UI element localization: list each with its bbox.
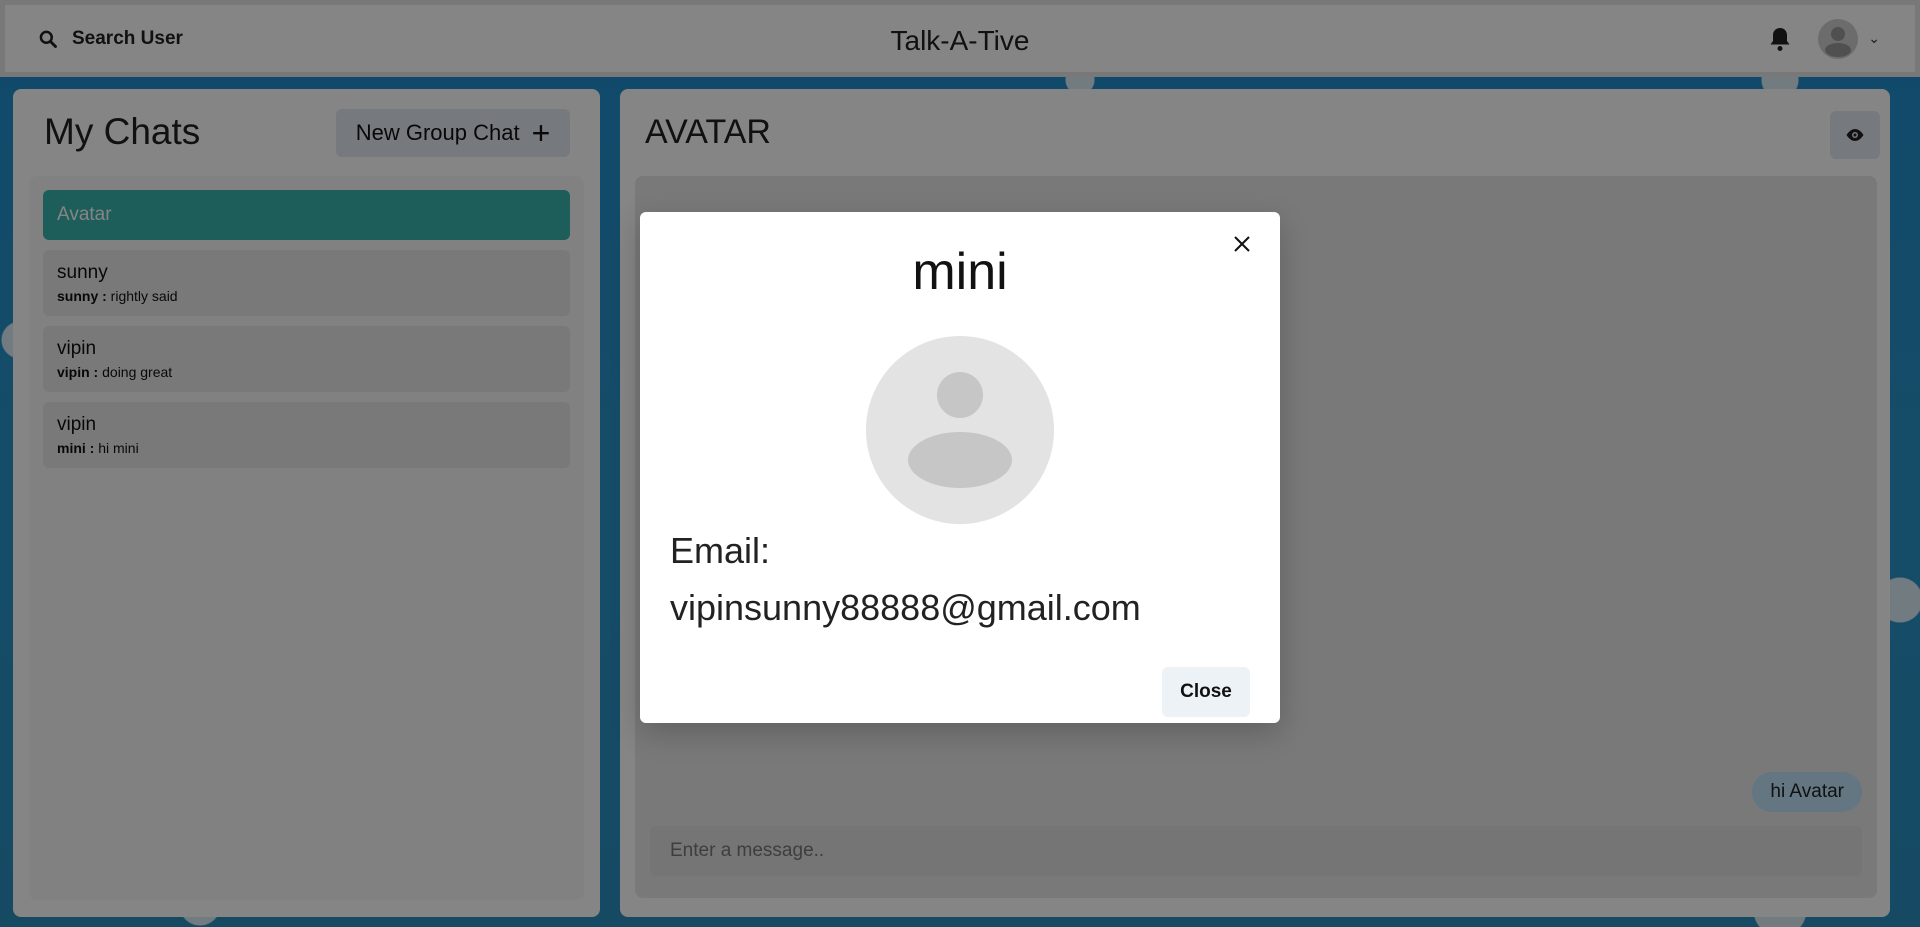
profile-avatar (866, 336, 1054, 524)
profile-modal: mini Email: vipinsunny88888@gmail.com Cl… (640, 212, 1280, 723)
email-label: Email: (670, 530, 771, 571)
modal-title: mini (912, 243, 1008, 301)
close-icon[interactable] (1226, 228, 1258, 260)
email-value: vipinsunny88888@gmail.com (670, 587, 1141, 628)
close-button[interactable]: Close (1162, 667, 1250, 717)
